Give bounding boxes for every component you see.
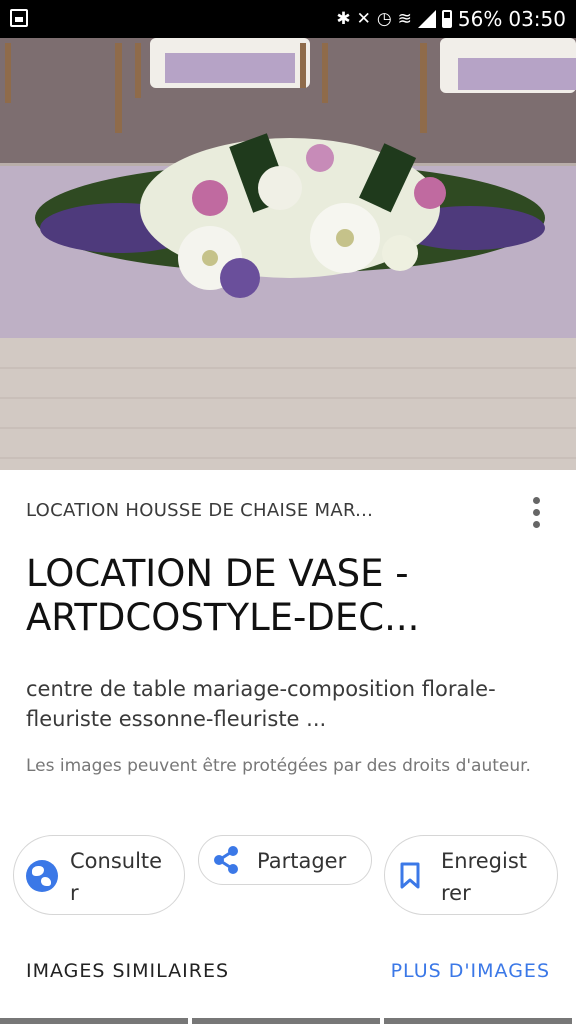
signal-icon — [417, 10, 436, 28]
status-icons: ✱ ✕ ◷ ≋ 56% 03:50 — [336, 0, 566, 38]
battery-icon — [441, 10, 452, 28]
share-icon — [214, 846, 238, 874]
share-button[interactable]: Partager — [198, 835, 372, 885]
result-title[interactable]: LOCATION DE VASE -ARTDCOSTYLE-DEC... — [26, 552, 546, 640]
result-source[interactable]: LOCATION HOUSSE DE CHAISE MAR... — [26, 500, 373, 521]
battery-percent: 56% — [457, 7, 503, 31]
status-bar: ✱ ✕ ◷ ≋ 56% 03:50 — [0, 0, 576, 38]
save-label: Enregist rer — [441, 849, 528, 905]
floral-centerpiece-photo[interactable] — [0, 38, 576, 470]
clock: 03:50 — [508, 7, 566, 31]
consult-button[interactable]: Consulte r — [13, 835, 185, 915]
more-options-icon[interactable] — [522, 490, 550, 534]
save-button[interactable]: Enregist rer — [384, 835, 558, 915]
copyright-notice: Les images peuvent être protégées par de… — [26, 756, 531, 776]
more-images-link[interactable]: PLUS D'IMAGES — [391, 960, 550, 982]
mute-icon: ✕ — [356, 9, 371, 29]
globe-icon — [26, 860, 58, 892]
bluetooth-icon: ✱ — [336, 9, 351, 29]
image-notification-icon — [10, 9, 28, 27]
similar-images-strip[interactable] — [0, 1018, 576, 1024]
consult-label: Consulte r — [70, 849, 163, 905]
alarm-icon: ◷ — [376, 9, 392, 29]
share-label: Partager — [257, 849, 347, 873]
wifi-icon: ≋ — [397, 9, 412, 29]
bookmark-icon — [400, 862, 420, 889]
result-description: centre de table mariage-composition flor… — [26, 677, 496, 731]
similar-images-heading: IMAGES SIMILAIRES — [26, 960, 230, 982]
